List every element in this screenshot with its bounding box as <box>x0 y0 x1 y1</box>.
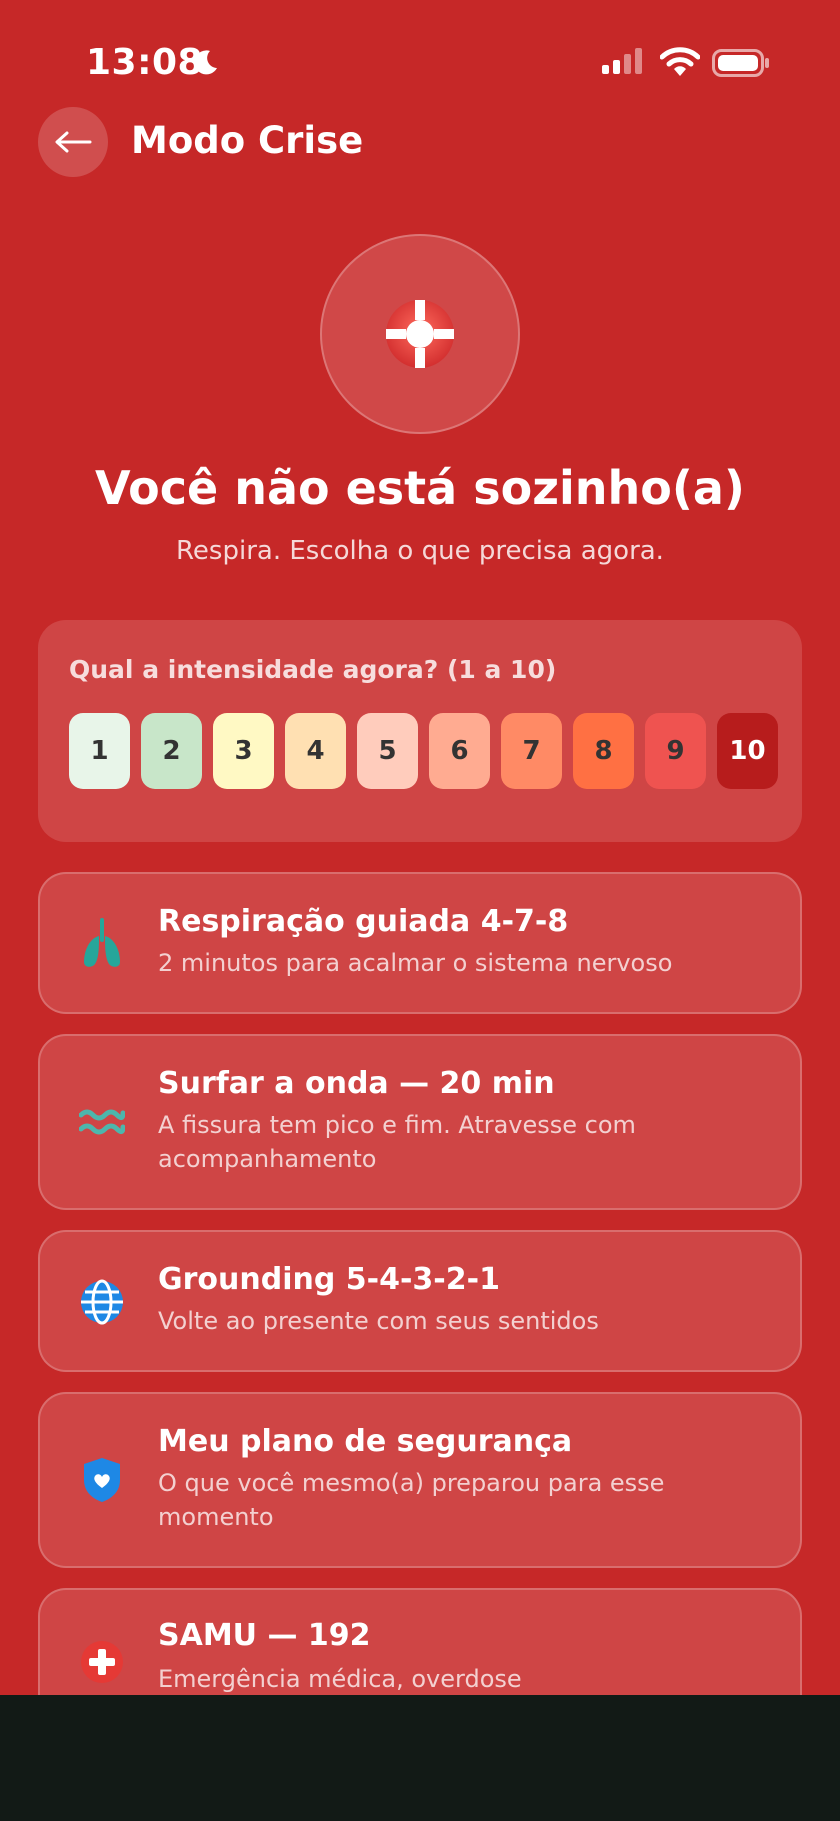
lungs-icon <box>78 918 126 968</box>
option-title: Respiração guiada 4-7-8 <box>158 904 569 939</box>
intensity-scale: 1 2 3 4 5 6 7 8 9 10 <box>69 713 778 789</box>
wifi-icon <box>660 47 700 76</box>
globe-icon <box>78 1278 126 1326</box>
intensity-level-7[interactable]: 7 <box>501 713 562 789</box>
signal-icon <box>602 48 642 74</box>
option-desc: Emergência médica, overdose <box>158 1665 522 1693</box>
lifebuoy-icon <box>386 300 454 368</box>
intensity-level-5[interactable]: 5 <box>357 713 418 789</box>
option-grounding[interactable]: Grounding 5-4-3-2-1 Volte ao presente co… <box>38 1230 802 1372</box>
option-desc: Volte ao presente com seus sentidos <box>158 1307 599 1335</box>
option-surf-wave[interactable]: Surfar a onda — 20 min A fissura tem pic… <box>38 1034 802 1210</box>
status-time: 13:08 <box>86 42 204 83</box>
intensity-level-1[interactable]: 1 <box>69 713 130 789</box>
medical-cross-icon <box>78 1638 126 1686</box>
intensity-level-4[interactable]: 4 <box>285 713 346 789</box>
arrow-left-icon <box>55 131 92 153</box>
wave-icon <box>78 1098 126 1146</box>
intensity-level-8[interactable]: 8 <box>573 713 634 789</box>
hero-subtitle: Respira. Escolha o que precisa agora. <box>176 536 664 566</box>
intensity-level-9[interactable]: 9 <box>645 713 706 789</box>
hero-circle <box>320 234 520 434</box>
option-safety-plan[interactable]: Meu plano de segurança O que você mesmo(… <box>38 1392 802 1568</box>
option-desc: O que você mesmo(a) preparou para esse m… <box>158 1469 665 1531</box>
moon-icon <box>194 50 217 75</box>
option-title: Surfar a onda — 20 min <box>158 1066 555 1101</box>
option-desc: A fissura tem pico e fim. Atravesse com … <box>158 1111 636 1173</box>
page-title: Modo Crise <box>131 119 364 162</box>
option-desc: 2 minutos para acalmar o sistema nervoso <box>158 949 673 977</box>
intensity-card: Qual a intensidade agora? (1 a 10) 1 2 3… <box>38 620 802 842</box>
system-nav-bar <box>0 1695 840 1821</box>
option-breathing[interactable]: Respiração guiada 4-7-8 2 minutos para a… <box>38 872 802 1014</box>
intensity-level-3[interactable]: 3 <box>213 713 274 789</box>
intensity-level-2[interactable]: 2 <box>141 713 202 789</box>
intensity-level-6[interactable]: 6 <box>429 713 490 789</box>
option-title: SAMU — 192 <box>158 1618 371 1653</box>
option-title: Meu plano de segurança <box>158 1424 573 1459</box>
hero-title: Você não está sozinho(a) <box>95 461 745 515</box>
back-button[interactable] <box>38 107 108 177</box>
shield-heart-icon <box>78 1456 126 1504</box>
intensity-label: Qual a intensidade agora? (1 a 10) <box>69 655 557 684</box>
option-samu[interactable]: SAMU — 192 Emergência médica, overdose <box>38 1588 802 1695</box>
option-title: Grounding 5-4-3-2-1 <box>158 1262 500 1297</box>
battery-icon <box>712 49 769 77</box>
crisis-mode-screen: 13:08 Modo Crise Você não está sozinho(a… <box>0 0 840 1695</box>
status-bar: 13:08 <box>0 40 840 86</box>
intensity-level-10[interactable]: 10 <box>717 713 778 789</box>
